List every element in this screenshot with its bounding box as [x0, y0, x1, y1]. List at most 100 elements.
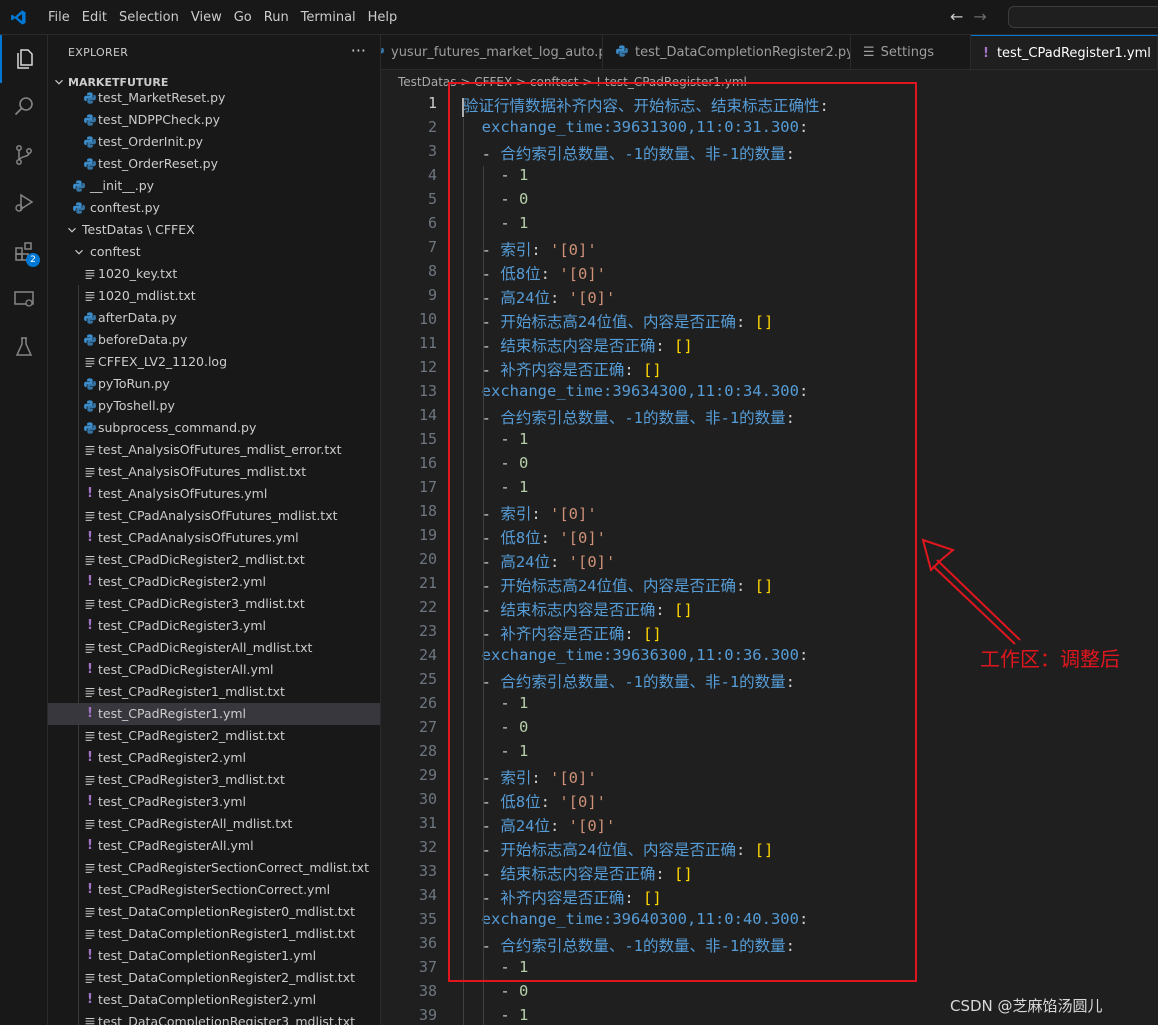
forward-arrow-icon[interactable]: →	[973, 7, 986, 26]
file-item[interactable]: afterData.py	[48, 307, 380, 329]
text-file-icon	[85, 467, 95, 477]
file-name: test_DataCompletionRegister0_mdlist.txt	[98, 904, 356, 919]
file-item[interactable]: test_AnalysisOfFutures_mdlist.txt	[48, 461, 380, 483]
back-arrow-icon[interactable]: ←	[950, 7, 963, 26]
line-number: 2	[427, 118, 437, 136]
file-item[interactable]: ! test_CPadRegister1.yml	[48, 703, 380, 725]
file-item[interactable]: test_DataCompletionRegister2_mdlist.txt	[48, 967, 380, 989]
file-name: test_CPadRegister2.yml	[98, 750, 246, 765]
file-item[interactable]: ! test_CPadRegister2.yml	[48, 747, 380, 769]
file-item[interactable]: test_CPadRegister1_mdlist.txt	[48, 681, 380, 703]
menu-file[interactable]: File	[42, 0, 76, 35]
file-item[interactable]: test_CPadDicRegister2_mdlist.txt	[48, 549, 380, 571]
file-item[interactable]: test_OrderInit.py	[48, 131, 380, 153]
yaml-file-icon: !	[87, 838, 93, 853]
file-name: test_DataCompletionRegister3_mdlist.txt	[98, 1014, 356, 1025]
file-item[interactable]: test_DataCompletionRegister1_mdlist.txt	[48, 923, 380, 945]
text-file-icon	[85, 863, 95, 873]
file-item[interactable]: test_AnalysisOfFutures_mdlist_error.txt	[48, 439, 380, 461]
menu-go[interactable]: Go	[228, 0, 258, 35]
file-item[interactable]: test_MarketReset.py	[48, 87, 380, 109]
menu-view[interactable]: View	[185, 0, 228, 35]
file-item[interactable]: test_CPadAnalysisOfFutures_mdlist.txt	[48, 505, 380, 527]
line-number: 17	[418, 478, 437, 496]
folder-item[interactable]: conftest	[48, 241, 380, 263]
file-item[interactable]: test_CPadRegisterSectionCorrect_mdlist.t…	[48, 857, 380, 879]
testing-activity[interactable]	[0, 323, 48, 371]
editor-tab[interactable]: test_DataCompletionRegister2.py	[603, 35, 851, 69]
file-item[interactable]: ! test_DataCompletionRegister1.yml	[48, 945, 380, 967]
file-item[interactable]: ! test_CPadAnalysisOfFutures.yml	[48, 527, 380, 549]
file-name: test_CPadRegisterSectionCorrect.yml	[98, 882, 331, 897]
file-name: test_AnalysisOfFutures.yml	[98, 486, 268, 501]
file-item[interactable]: test_NDPPCheck.py	[48, 109, 380, 131]
menu-selection[interactable]: Selection	[113, 0, 185, 35]
file-item[interactable]: test_CPadRegister3_mdlist.txt	[48, 769, 380, 791]
more-actions-icon[interactable]: ···	[351, 41, 366, 60]
file-item[interactable]: beforeData.py	[48, 329, 380, 351]
menu-run[interactable]: Run	[258, 0, 295, 35]
run-debug-activity[interactable]	[0, 179, 48, 227]
file-item[interactable]: test_OrderReset.py	[48, 153, 380, 175]
file-item[interactable]: ! test_DataCompletionRegister2.yml	[48, 989, 380, 1011]
line-number: 35	[418, 910, 437, 928]
file-item[interactable]: subprocess_command.py	[48, 417, 380, 439]
file-item[interactable]: ! test_CPadRegisterAll.yml	[48, 835, 380, 857]
file-name: afterData.py	[98, 310, 177, 325]
file-item[interactable]: ! test_CPadDicRegisterAll.yml	[48, 659, 380, 681]
yaml-file-icon: !	[87, 750, 93, 765]
annotation-box	[448, 82, 917, 982]
file-name: test_CPadRegister3.yml	[98, 794, 246, 809]
file-item[interactable]: 1020_key.txt	[48, 263, 380, 285]
code-line[interactable]: - 0	[463, 982, 528, 1000]
menu-terminal[interactable]: Terminal	[295, 0, 362, 35]
file-item[interactable]: test_CPadRegister2_mdlist.txt	[48, 725, 380, 747]
menu-help[interactable]: Help	[362, 0, 404, 35]
file-item[interactable]: ! test_CPadRegister3.yml	[48, 791, 380, 813]
code-line[interactable]: - 1	[463, 1006, 528, 1024]
line-number: 1	[427, 94, 437, 112]
file-item[interactable]: test_DataCompletionRegister3_mdlist.txt	[48, 1011, 380, 1025]
file-name: conftest	[90, 244, 141, 259]
file-item[interactable]: CFFEX_LV2_1120.log	[48, 351, 380, 373]
line-number: 4	[427, 166, 437, 184]
source-control-activity[interactable]	[0, 131, 48, 179]
file-item[interactable]: pyToshell.py	[48, 395, 380, 417]
menu-edit[interactable]: Edit	[76, 0, 113, 35]
python-file-icon	[84, 422, 96, 434]
file-item[interactable]: ! test_AnalysisOfFutures.yml	[48, 483, 380, 505]
file-item[interactable]: test_CPadDicRegister3_mdlist.txt	[48, 593, 380, 615]
file-item[interactable]: ! test_CPadDicRegister3.yml	[48, 615, 380, 637]
file-name: beforeData.py	[98, 332, 188, 347]
editor-tab[interactable]: yusur_futures_market_log_auto.py	[381, 35, 603, 69]
command-center-search[interactable]	[1008, 6, 1158, 28]
line-number: 15	[418, 430, 437, 448]
file-item[interactable]: test_DataCompletionRegister0_mdlist.txt	[48, 901, 380, 923]
file-item[interactable]: test_CPadRegisterAll_mdlist.txt	[48, 813, 380, 835]
text-file-icon	[85, 555, 95, 565]
python-file-icon	[73, 180, 85, 192]
file-item[interactable]: pyToRun.py	[48, 373, 380, 395]
file-item[interactable]: conftest.py	[48, 197, 380, 219]
file-name: test_DataCompletionRegister2_mdlist.txt	[98, 970, 356, 985]
folder-item[interactable]: TestDatas \ CFFEX	[48, 219, 380, 241]
file-item[interactable]: test_CPadDicRegisterAll_mdlist.txt	[48, 637, 380, 659]
file-item[interactable]: __init__.py	[48, 175, 380, 197]
file-name: TestDatas \ CFFEX	[82, 222, 195, 237]
python-file-icon	[84, 114, 96, 126]
extensions-activity[interactable]: 2	[0, 227, 48, 275]
line-number: 38	[418, 982, 437, 1000]
file-item[interactable]: ! test_CPadRegisterSectionCorrect.yml	[48, 879, 380, 901]
yaml-file-icon: !	[87, 706, 93, 721]
file-item[interactable]: 1020_mdlist.txt	[48, 285, 380, 307]
explorer-activity[interactable]	[0, 35, 48, 83]
file-name: pyToRun.py	[98, 376, 170, 391]
file-item[interactable]: ! test_CPadDicRegister2.yml	[48, 571, 380, 593]
remote-explorer-activity[interactable]	[0, 275, 48, 323]
editor-tab[interactable]: ! test_CPadRegister1.yml	[971, 35, 1158, 69]
line-number: 8	[427, 262, 437, 280]
editor-tab[interactable]: ☰ Settings	[851, 35, 971, 69]
remote-explorer-icon	[14, 291, 34, 307]
yaml-file-icon: !	[87, 574, 93, 589]
search-activity[interactable]	[0, 83, 48, 131]
